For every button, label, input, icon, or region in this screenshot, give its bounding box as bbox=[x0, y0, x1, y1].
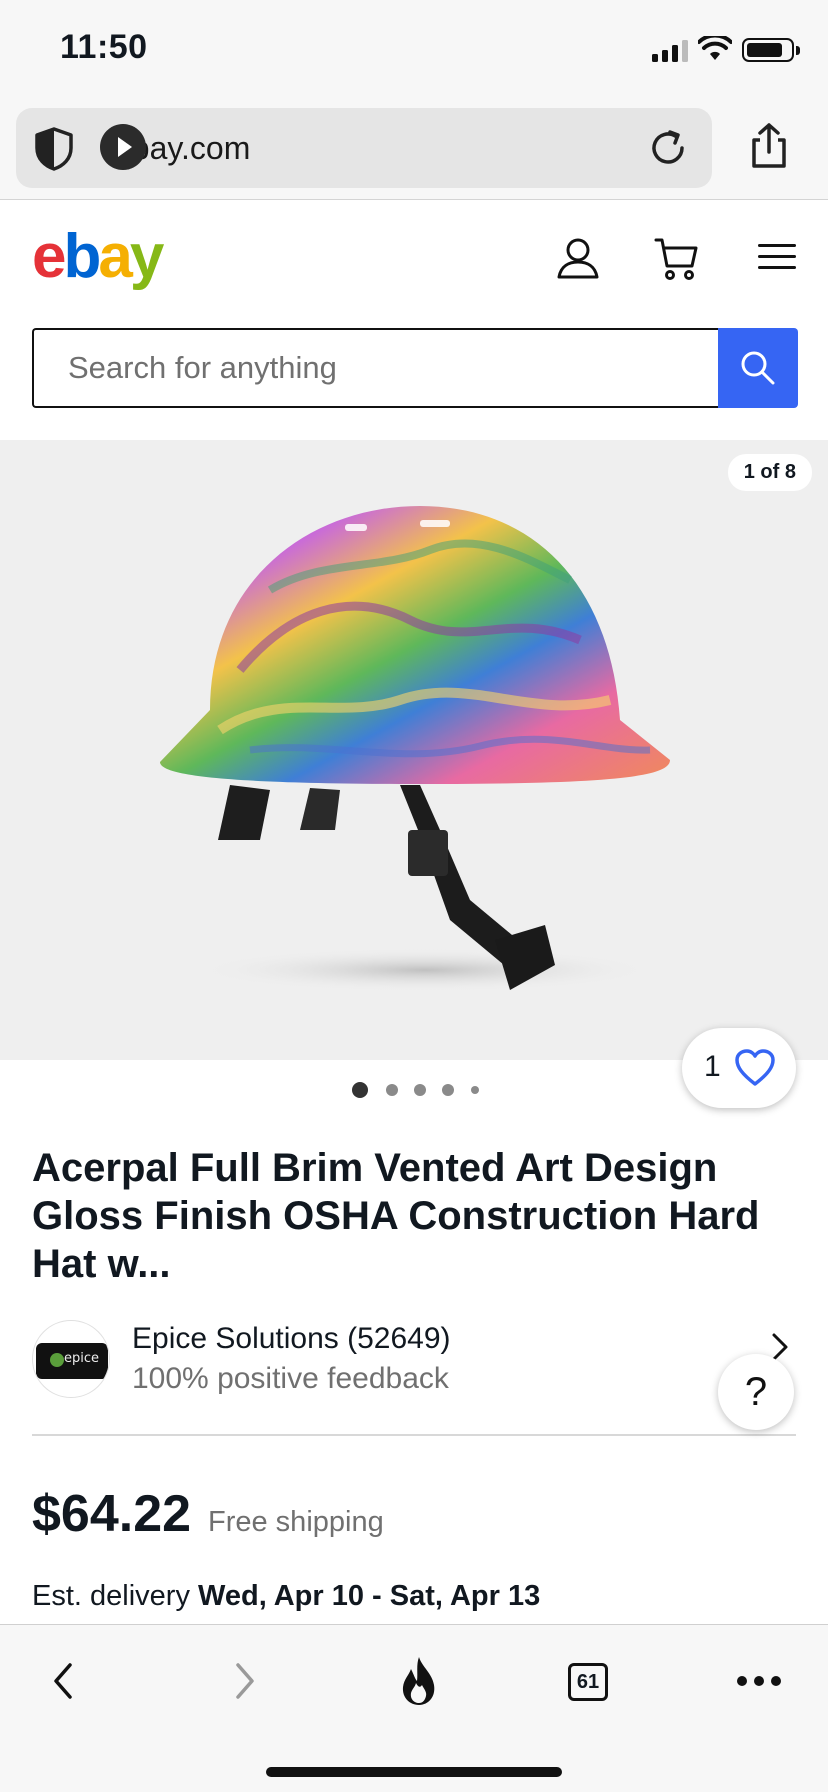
signal-icon bbox=[652, 40, 688, 62]
site-header: ebay bbox=[0, 200, 828, 440]
seller-logo-dot bbox=[50, 1353, 64, 1367]
back-icon[interactable] bbox=[48, 1661, 78, 1701]
carousel-dot[interactable] bbox=[471, 1086, 479, 1094]
search-icon bbox=[741, 351, 775, 385]
seller-name[interactable]: Epice Solutions (52649) bbox=[132, 1322, 451, 1356]
image-gallery[interactable]: 1 of 8 bbox=[0, 440, 828, 1060]
seller-logo: epice bbox=[36, 1343, 108, 1379]
carousel-dot[interactable] bbox=[386, 1084, 398, 1096]
shield-icon[interactable] bbox=[32, 126, 76, 172]
carousel-dot[interactable] bbox=[414, 1084, 426, 1096]
search-box bbox=[32, 328, 718, 408]
heart-icon bbox=[735, 1049, 775, 1086]
home-indicator bbox=[266, 1767, 562, 1777]
browser-toolbar: 61 bbox=[0, 1624, 828, 1792]
more-icon[interactable] bbox=[736, 1675, 782, 1687]
divider bbox=[32, 1434, 796, 1436]
delivery-dates: Wed, Apr 10 - Sat, Apr 13 bbox=[198, 1580, 541, 1612]
url-field[interactable]: ebay.com bbox=[16, 108, 712, 188]
user-icon[interactable] bbox=[556, 236, 600, 280]
browser-address-bar: ebay.com bbox=[0, 100, 828, 200]
seller-avatar[interactable]: epice bbox=[32, 1320, 110, 1398]
search-button[interactable] bbox=[718, 328, 798, 408]
seller-info[interactable]: epice Epice Solutions (52649) 100% posit… bbox=[32, 1320, 796, 1416]
status-time: 11:50 bbox=[60, 28, 148, 66]
battery-tip bbox=[796, 46, 800, 55]
reload-icon[interactable] bbox=[646, 126, 690, 170]
wifi-icon bbox=[698, 36, 732, 60]
watch-count: 1 bbox=[704, 1050, 721, 1083]
fire-icon[interactable] bbox=[398, 1655, 440, 1707]
tabs-icon[interactable]: 61 bbox=[568, 1663, 608, 1701]
seller-feedback: 100% positive feedback bbox=[132, 1362, 449, 1395]
price: $64.22 bbox=[32, 1485, 192, 1543]
delivery-label: Est. delivery bbox=[32, 1580, 190, 1612]
menu-icon[interactable] bbox=[758, 242, 796, 272]
seller-logo-text: epice bbox=[64, 1351, 100, 1366]
help-button[interactable]: ? bbox=[718, 1354, 794, 1430]
search-input[interactable] bbox=[34, 330, 718, 406]
image-counter: 1 of 8 bbox=[727, 454, 812, 491]
share-icon[interactable] bbox=[746, 122, 792, 170]
ebay-logo[interactable]: ebay bbox=[32, 222, 164, 292]
forward-icon[interactable] bbox=[230, 1661, 260, 1701]
carousel-dot[interactable] bbox=[352, 1082, 368, 1098]
product-image-hard-hat[interactable] bbox=[150, 500, 680, 1000]
watch-button[interactable]: 1 bbox=[682, 1028, 796, 1108]
carousel-dot[interactable] bbox=[442, 1084, 454, 1096]
listing-title: Acerpal Full Brim Vented Art Design Glos… bbox=[32, 1146, 760, 1286]
cart-icon[interactable] bbox=[654, 236, 700, 282]
shipping-info: Free shipping bbox=[208, 1506, 384, 1538]
status-bar: 11:50 bbox=[0, 0, 828, 100]
battery-icon bbox=[742, 38, 794, 62]
site-media-badge-icon[interactable] bbox=[100, 124, 146, 170]
delivery-estimate: Est. delivery Wed, Apr 10 - Sat, Apr 13 bbox=[32, 1580, 540, 1613]
